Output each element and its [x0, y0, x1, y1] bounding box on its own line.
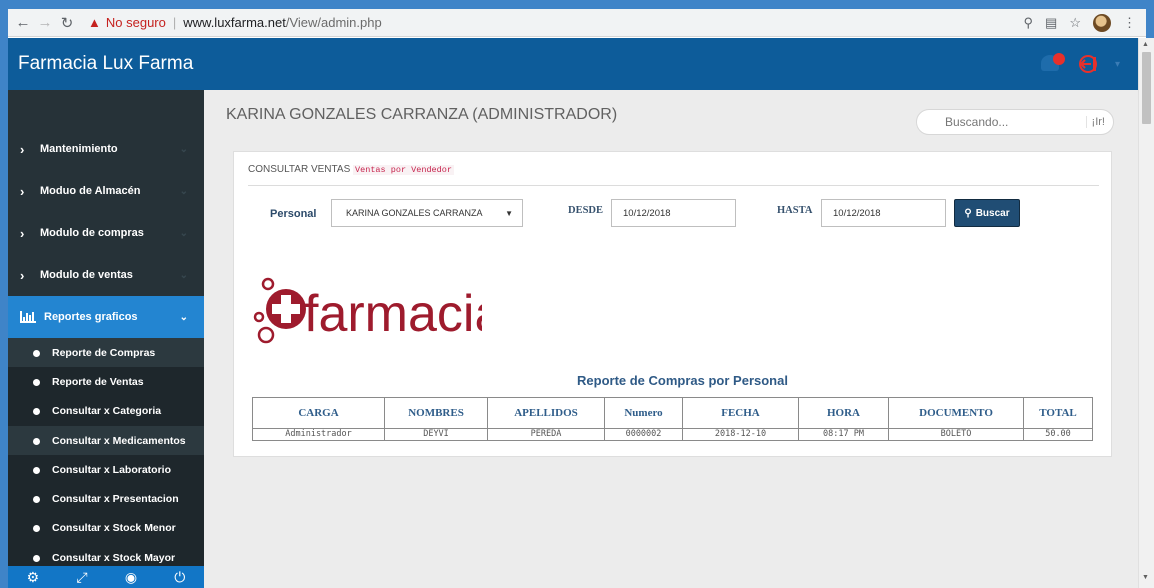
brand-title[interactable]: Farmacia Lux Farma [8, 53, 204, 75]
sidebar-item-almacen[interactable]: › Moduo de Almacén ⌄ [8, 170, 204, 212]
chevron-down-icon[interactable]: ▾ [1115, 59, 1120, 70]
search-button[interactable]: ⚲ Buscar [954, 199, 1020, 227]
table-cell: 2018-12-10 [682, 428, 799, 441]
submenu-item[interactable]: Consultar x Categoria [8, 396, 204, 426]
table-cell: 08:17 PM [798, 428, 889, 441]
sidebar: › Mantenimiento ⌄ › Moduo de Almacén ⌄ ›… [8, 90, 204, 573]
table-cell: PEREDA [487, 428, 605, 441]
column-header: TOTAL [1023, 397, 1093, 429]
chevron-down-icon: ⌄ [179, 311, 188, 323]
report-title: Reporte de Compras por Personal [577, 373, 788, 388]
search-input[interactable] [917, 115, 1077, 129]
notification-badge [1052, 53, 1065, 65]
table-row: Administrador DEYVI PEREDA 0000002 2018-… [252, 428, 1093, 441]
star-icon[interactable]: ☆ [1069, 15, 1081, 31]
card-heading: CONSULTAR VENTAS Ventas por Vendedor [248, 164, 454, 175]
logo-text: farmacia [304, 285, 482, 343]
column-header: CARGA [252, 397, 385, 429]
security-label: No seguro [105, 15, 166, 30]
sidebar-item-compras[interactable]: › Modulo de compras ⌄ [8, 212, 204, 254]
back-icon[interactable]: ← [12, 14, 34, 31]
reload-icon[interactable]: ↻ [56, 14, 78, 32]
sidebar-item-mantenimiento[interactable]: › Mantenimiento ⌄ [8, 128, 204, 170]
column-header: NOMBRES [384, 397, 488, 429]
sidebar-item-label: Moduo de Almacén [40, 185, 141, 197]
submenu-item[interactable]: Reporte de Compras [8, 338, 204, 368]
submenu-item[interactable]: Reporte de Ventas [8, 367, 204, 397]
warning-icon: ▲ [88, 15, 101, 30]
column-header: APELLIDOS [487, 397, 605, 429]
submenu-item[interactable]: Consultar x Laboratorio [8, 455, 204, 485]
card-subheading: Ventas por Vendedor [353, 165, 454, 175]
chevron-right-icon: › [20, 141, 25, 157]
browser-toolbar: ← → ↻ ▲ No seguro | www.luxfarma.net/Vie… [8, 9, 1146, 37]
submenu-item[interactable]: Consultar x Medicamentos [8, 425, 204, 456]
table-cell: Administrador [252, 428, 385, 441]
column-header: DOCUMENTO [888, 397, 1024, 429]
search-go-button[interactable]: ¡Ir! [1085, 116, 1105, 128]
personal-select[interactable]: KARINA GONZALES CARRANZA ▼ [331, 199, 523, 227]
sidebar-item-ventas[interactable]: › Modulo de ventas ⌄ [8, 254, 204, 296]
scrollbar-thumb[interactable] [1142, 52, 1151, 124]
forward-icon[interactable]: → [34, 14, 56, 31]
translate-icon[interactable]: ▤ [1045, 15, 1057, 31]
notification-icon[interactable] [1040, 53, 1065, 75]
profile-avatar[interactable] [1093, 13, 1111, 32]
bar-chart-icon [20, 311, 36, 323]
fullscreen-icon[interactable]: ⤢ [76, 569, 87, 586]
table-header-row: CARGA NOMBRES APELLIDOS Numero FECHA HOR… [252, 397, 1093, 429]
chevron-right-icon: › [20, 267, 25, 283]
report-table: CARGA NOMBRES APELLIDOS Numero FECHA HOR… [252, 397, 1093, 441]
gear-icon[interactable]: ⚙ [27, 569, 40, 586]
chevron-right-icon: › [20, 183, 25, 199]
power-icon[interactable]: ⏻ [174, 569, 185, 586]
table-cell: BOLETO [888, 428, 1024, 441]
report-card: CONSULTAR VENTAS Ventas por Vendedor Per… [233, 151, 1112, 457]
scroll-up-icon[interactable]: ▲ [1142, 41, 1149, 48]
column-header: FECHA [682, 397, 799, 429]
scroll-down-icon[interactable]: ▼ [1142, 574, 1149, 581]
sidebar-footer: ⚙ ⤢ ◉ ⏻ [8, 566, 204, 588]
search-box: ¡Ir! [916, 109, 1114, 135]
app-header: Farmacia Lux Farma ▾ [8, 38, 1138, 90]
sidebar-item-label: Modulo de compras [40, 227, 144, 239]
submenu-item[interactable]: Consultar x Presentacion [8, 484, 204, 514]
chevron-right-icon: › [20, 225, 25, 241]
chevron-down-icon: ⌄ [179, 227, 188, 239]
chevron-down-icon: ⌄ [179, 185, 188, 197]
table-cell: DEYVI [384, 428, 488, 441]
sidebar-item-label: Mantenimiento [40, 143, 118, 155]
sidebar-item-label: Reportes graficos [44, 311, 138, 323]
farmacia-logo: farmacia [242, 269, 503, 359]
page-title: KARINA GONZALES CARRANZA (ADMINISTRADOR) [226, 106, 618, 123]
security-indicator[interactable]: ▲ No seguro [88, 15, 166, 30]
desde-label: DESDE [568, 205, 604, 216]
desde-date-input[interactable]: 10/12/2018 [611, 199, 736, 227]
chevron-down-icon: ⌄ [179, 269, 188, 281]
column-header: HORA [798, 397, 889, 429]
divider [248, 185, 1099, 186]
table-cell: 0000002 [604, 428, 683, 441]
key-icon[interactable]: ⚲ [1024, 15, 1034, 31]
column-header: Numero [604, 397, 683, 429]
personal-label: Personal [270, 208, 317, 220]
logout-icon[interactable] [1077, 53, 1101, 75]
submenu-reportes: Reporte de Compras Reporte de Ventas Con… [8, 338, 204, 573]
hasta-label: HASTA [777, 205, 813, 216]
search-icon: ⚲ [964, 207, 972, 219]
chevron-down-icon: ⌄ [179, 143, 188, 155]
submenu-item[interactable]: Consultar x Stock Menor [8, 513, 204, 544]
hide-icon[interactable]: ◉ [125, 569, 137, 586]
address-bar[interactable]: www.luxfarma.net/View/admin.php [183, 15, 381, 30]
sidebar-item-label: Modulo de ventas [40, 269, 133, 281]
page-scrollbar[interactable]: ▲ ▼ [1138, 38, 1154, 588]
main-content: KARINA GONZALES CARRANZA (ADMINISTRADOR)… [204, 90, 1138, 588]
sidebar-item-reportes[interactable]: Reportes graficos ⌄ [8, 296, 204, 338]
more-icon[interactable]: ⋮ [1123, 15, 1136, 31]
chevron-down-icon: ▼ [505, 208, 513, 218]
url-host: www.luxfarma.net [183, 15, 286, 30]
url-path: /View/admin.php [285, 15, 382, 30]
hasta-date-input[interactable]: 10/12/2018 [821, 199, 946, 227]
table-cell: 50.00 [1023, 428, 1093, 441]
